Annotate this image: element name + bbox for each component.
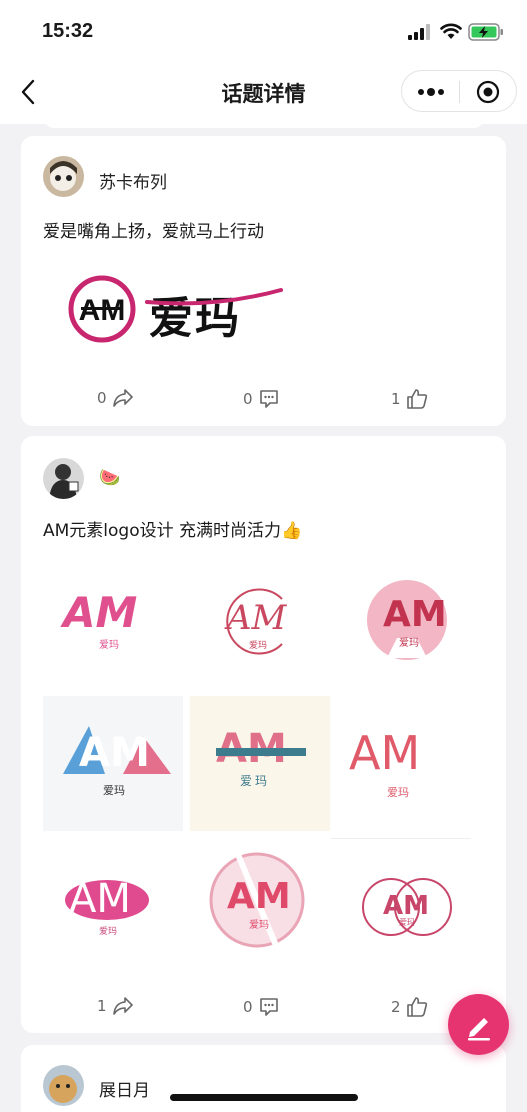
avatar[interactable] — [43, 1065, 84, 1106]
wifi-icon — [440, 23, 462, 39]
compose-button[interactable] — [448, 994, 509, 1055]
avatar-image — [43, 1065, 84, 1106]
pencil-icon — [468, 1018, 490, 1041]
grid-image[interactable]: AM 爱玛 — [331, 696, 471, 831]
share-icon — [112, 389, 133, 407]
close-target-icon[interactable] — [476, 80, 500, 104]
grid-image[interactable]: AM 爱玛 — [331, 554, 471, 689]
previous-card-edge — [44, 118, 484, 128]
home-indicator — [170, 1094, 358, 1101]
am-logo-mark: AM — [68, 275, 136, 343]
share-count: 1 — [97, 997, 107, 1015]
share-action[interactable]: 0 — [97, 388, 134, 408]
comment-action[interactable]: 0 — [243, 388, 280, 410]
post-username[interactable]: 苏卡布列 — [99, 168, 167, 193]
share-action[interactable]: 1 — [97, 996, 134, 1016]
miniprogram-capsule — [401, 70, 517, 112]
avatar[interactable] — [43, 156, 84, 197]
grid-image[interactable]: AM 爱玛 — [187, 554, 327, 689]
svg-text:AM: AM — [79, 294, 126, 327]
comment-count: 0 — [243, 390, 253, 408]
share-count: 0 — [97, 389, 107, 407]
like-action[interactable]: 1 — [391, 388, 428, 410]
thumbs-up-icon — [406, 997, 427, 1017]
like-action[interactable]: 2 — [391, 996, 428, 1018]
logo-swoosh — [145, 288, 283, 306]
comment-count: 0 — [243, 998, 253, 1016]
avatar-image — [43, 458, 84, 499]
grid-image[interactable]: AM 爱玛 — [43, 838, 183, 973]
avatar[interactable] — [43, 458, 84, 499]
post-username[interactable]: 展日月 — [99, 1076, 150, 1101]
nav-bar: 话题详情 — [0, 62, 527, 124]
thumbs-up-icon — [406, 389, 427, 409]
post-image-logo[interactable]: AM 爱玛 — [67, 274, 287, 346]
grid-image[interactable]: AM 爱玛 — [331, 838, 471, 973]
grid-image[interactable]: AM 爱玛 — [43, 554, 183, 689]
battery-charging-icon — [468, 23, 503, 41]
grid-image[interactable]: AM 爱玛 — [43, 696, 183, 831]
comment-icon — [259, 998, 278, 1016]
comment-icon — [259, 390, 278, 408]
comment-action[interactable]: 0 — [243, 996, 280, 1018]
post-card[interactable]: 🍉 AM元素logo设计 充满时尚活力👍 AM 爱玛 AM 爱玛 AM 爱玛 A… — [21, 436, 506, 1033]
like-count: 2 — [391, 998, 401, 1016]
share-icon — [112, 997, 133, 1015]
status-time: 15:32 — [42, 20, 94, 42]
post-text: AM元素logo设计 充满时尚活力👍 — [43, 521, 303, 541]
like-count: 1 — [391, 390, 401, 408]
post-username[interactable]: 🍉 — [99, 468, 120, 488]
post-text: 爱是嘴角上扬，爱就马上行动 — [43, 222, 264, 242]
grid-image[interactable]: AM 爱玛 — [190, 696, 330, 831]
status-bar: 15:32 — [0, 0, 527, 62]
post-card[interactable]: 苏卡布列 爱是嘴角上扬，爱就马上行动 AM 爱玛 0 0 1 — [21, 136, 506, 426]
more-dots-icon[interactable] — [416, 83, 446, 101]
grid-image[interactable]: AM 爱玛 — [187, 838, 327, 973]
capsule-divider — [459, 81, 460, 103]
avatar-image — [43, 156, 84, 197]
signal-icon — [408, 24, 430, 40]
post-card[interactable]: 展日月 — [21, 1045, 506, 1112]
